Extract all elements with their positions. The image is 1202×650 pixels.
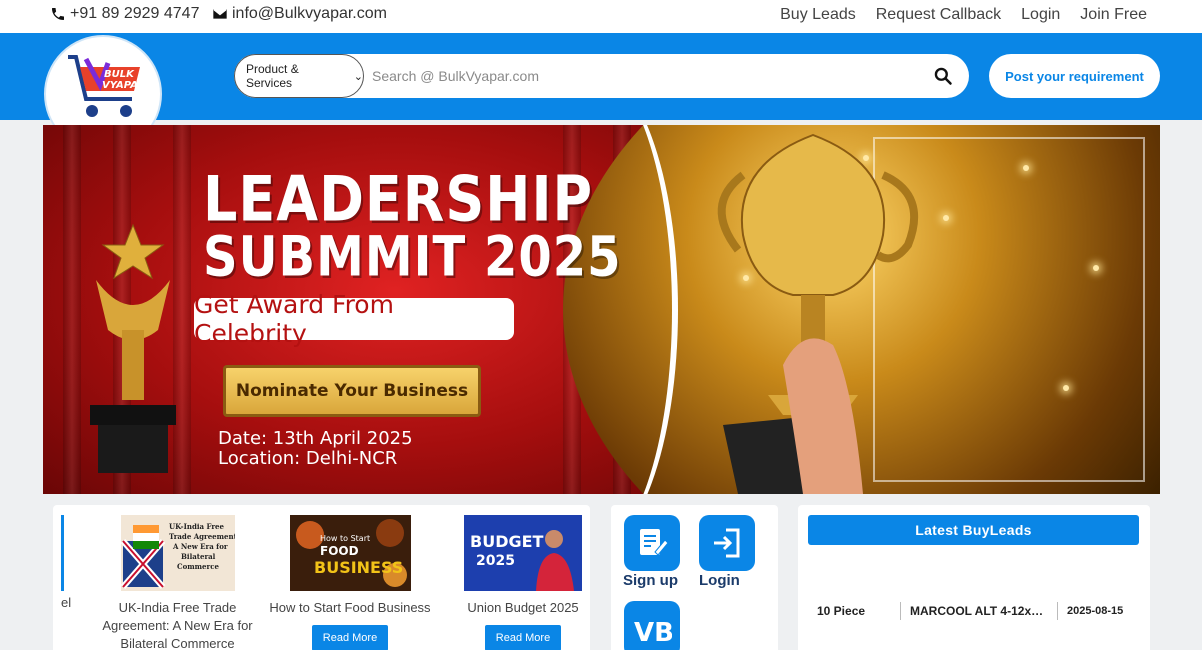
blog-title: How to Start Food Business [269, 600, 431, 615]
signup-label[interactable]: Sign up [623, 572, 678, 589]
buyleads-heading: Latest BuyLeads [808, 515, 1139, 545]
trade-flags-image: UK-India Free Trade Agreement: A New Era… [120, 515, 235, 591]
svg-text:UK-India Free: UK-India Free [169, 522, 224, 531]
svg-text:Trade Agreement:: Trade Agreement: [169, 532, 235, 541]
auth-panel: Sign up Login VB [611, 505, 778, 650]
search-icon[interactable] [933, 66, 953, 86]
svg-text:How to Start: How to Start [320, 534, 370, 543]
search-bar: Product & Services ⌄ [234, 54, 969, 98]
budget-image: BUDGET 2025 [464, 515, 582, 591]
carousel-edge [61, 515, 64, 591]
vb-app-icon: VB [634, 618, 672, 648]
app-tile[interactable]: VB [624, 601, 680, 650]
lead-quantity: 10 Piece [817, 604, 866, 618]
signup-tile[interactable] [624, 515, 680, 571]
svg-text:A New Era for: A New Era for [172, 542, 228, 551]
svg-text:BULK: BULK [104, 69, 135, 80]
search-input[interactable] [372, 54, 912, 98]
sparkle [1063, 385, 1069, 391]
blog-title: UK-India Free Trade Agreement: A New Era… [102, 600, 253, 650]
lead-product[interactable]: MARCOOL ALT 4-12x… [901, 604, 1057, 618]
login-link[interactable]: Login [1021, 6, 1060, 24]
award-tagline: Get Award From Celebrity [194, 290, 514, 348]
top-bar: +91 89 2929 4747 info@Bulkvyapar.com Buy… [0, 0, 1202, 33]
buyleads-panel: Latest BuyLeads 10 Piece MARCOOL ALT 4-1… [798, 505, 1150, 650]
phone-icon [52, 8, 64, 20]
post-requirement-button[interactable]: Post your requirement [989, 54, 1160, 98]
app-letters: VB [634, 618, 672, 648]
envelope-icon [213, 9, 227, 19]
chevron-down-icon: ⌄ [353, 70, 363, 83]
svg-text:BUDGET: BUDGET [470, 532, 544, 551]
read-more-button[interactable]: Read More [484, 625, 562, 650]
svg-text:Commerce: Commerce [177, 562, 219, 571]
category-select-label: Product & Services [246, 62, 299, 90]
blog-item[interactable]: UK-India Free Trade Agreement: A New Era… [95, 515, 260, 650]
email-address: info@Bulkvyapar.com [232, 5, 387, 22]
blog-item[interactable]: BUDGET 2025 Union Budget 2025 Read More [455, 515, 590, 650]
lead-date: 2025-08-15 [1067, 605, 1124, 617]
sparkle [1093, 265, 1099, 271]
svg-text:FOOD: FOOD [320, 544, 359, 558]
sparkle [943, 215, 949, 221]
blog-carousel: el UK-India Free Trade Agreement: A New … [53, 505, 590, 650]
login-tile[interactable] [699, 515, 755, 571]
category-select[interactable]: Product & Services ⌄ [234, 54, 364, 98]
hero-banner[interactable]: LEADERSHIP SUBMMIT 2025 Get Award From C… [43, 125, 1160, 494]
curtain-fold [63, 125, 81, 494]
food-business-image: How to Start FOOD BUSINESS [289, 515, 411, 591]
top-nav: Buy Leads Request Callback Login Join Fr… [780, 6, 1147, 24]
join-free-link[interactable]: Join Free [1080, 6, 1147, 24]
banner-title-line2: SUBMMIT 2025 [203, 225, 622, 290]
sparkle [1023, 165, 1029, 171]
svg-text:2025: 2025 [476, 553, 515, 569]
buylead-row[interactable]: 10 Piece MARCOOL ALT 4-12x… 2025-08-15 [808, 601, 1139, 621]
gold-cup-icon [717, 133, 919, 494]
request-callback-link[interactable]: Request Callback [876, 6, 1001, 24]
svg-text:VYAPAR: VYAPAR [102, 80, 146, 91]
phone-number: +91 89 2929 4747 [70, 5, 200, 22]
partial-blog-title: el [61, 595, 72, 610]
svg-text:BUSINESS: BUSINESS [314, 558, 403, 577]
svg-text:Bilateral: Bilateral [181, 552, 216, 561]
read-more-button[interactable]: Read More [311, 625, 389, 650]
buy-leads-link[interactable]: Buy Leads [780, 6, 856, 24]
signup-form-icon [640, 529, 669, 556]
blog-title: Union Budget 2025 [467, 600, 579, 615]
phone-contact[interactable]: +91 89 2929 4747 [50, 5, 199, 23]
login-door-icon [714, 528, 740, 558]
nominate-badge: Nominate Your Business [223, 365, 481, 417]
blog-item[interactable]: How to Start FOOD BUSINESS How to Start … [265, 515, 435, 650]
login-label[interactable]: Login [699, 572, 740, 589]
event-location: Location: Delhi-NCR [218, 448, 398, 469]
email-contact[interactable]: info@Bulkvyapar.com [212, 5, 387, 23]
trophy-icon [90, 223, 176, 473]
event-date: Date: 13th April 2025 [218, 428, 413, 449]
